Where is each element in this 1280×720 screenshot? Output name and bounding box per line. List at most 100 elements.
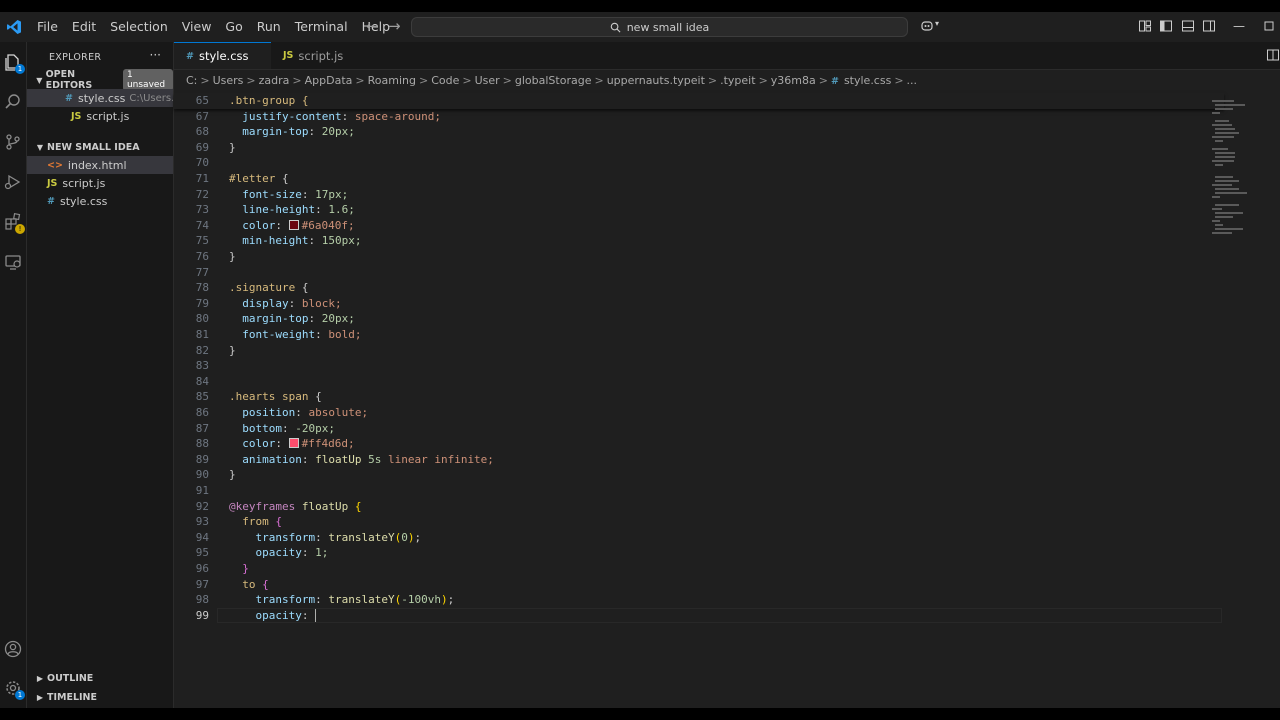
run-debug-icon[interactable] — [3, 172, 23, 192]
timeline-header[interactable]: ▶ TIMELINE — [27, 688, 173, 706]
minimap-line — [1212, 112, 1220, 114]
breadcrumb-item[interactable]: Code — [431, 74, 459, 87]
minimap-line — [1215, 164, 1223, 166]
css-file-icon: # — [186, 50, 194, 62]
colon: : — [301, 546, 316, 560]
colon: : — [301, 452, 316, 466]
breadcrumb-item[interactable]: globalStorage — [515, 74, 592, 87]
toggle-primary-sidebar-icon[interactable] — [1159, 19, 1173, 33]
toggle-panel-icon[interactable] — [1181, 19, 1195, 33]
manage-gear-icon[interactable]: 1 — [3, 678, 25, 700]
customize-layout-icon[interactable] — [1138, 19, 1152, 33]
split-editor-icon[interactable] — [1266, 48, 1280, 62]
breadcrumb-item[interactable]: .typeit — [720, 74, 755, 87]
sticky-scroll-header[interactable]: 65 .btn-group { — [174, 93, 1224, 109]
breadcrumb-item[interactable]: Users — [213, 74, 244, 87]
line-number: 82 — [195, 343, 209, 357]
breadcrumb-item[interactable]: zadra — [259, 74, 290, 87]
css-property: font-size — [242, 187, 302, 201]
open-editors-header[interactable]: ▼ OPEN EDITORS 1 unsaved — [27, 69, 173, 91]
command-center-text: new small idea — [626, 20, 710, 34]
folder-header[interactable]: ▼ NEW SMALL IDEA — [27, 138, 173, 156]
line-number: 98 — [195, 593, 209, 607]
breadcrumb-item[interactable]: User — [475, 74, 500, 87]
file-index-html[interactable]: <> index.html — [27, 156, 173, 174]
breadcrumb-item[interactable]: y36m8a — [771, 74, 816, 87]
explorer-icon[interactable]: 1 — [3, 52, 25, 74]
file-style-css[interactable]: # style.css — [27, 192, 173, 210]
line-number: 77 — [195, 265, 209, 279]
maximize-icon[interactable] — [1262, 19, 1276, 33]
line-text: from { — [229, 514, 282, 530]
menu-go[interactable]: Go — [218, 12, 249, 42]
menu-run[interactable]: Run — [250, 12, 288, 42]
css-property: justify-content — [242, 109, 342, 123]
color-swatch[interactable] — [288, 438, 299, 449]
chevron-right-icon: ▶ — [36, 673, 44, 683]
line-number: 96 — [195, 562, 209, 575]
breadcrumb-item[interactable]: Roaming — [368, 74, 416, 87]
back-arrow-icon[interactable]: ← — [366, 17, 379, 35]
breadcrumb-separator: > — [758, 74, 768, 87]
line-number: 67 — [195, 109, 209, 123]
css-number: 150px; — [321, 234, 362, 248]
line-number: 79 — [195, 296, 209, 310]
settings-badge: 1 — [15, 690, 25, 700]
line-number: 73 — [195, 203, 209, 217]
command-center-search[interactable]: new small idea — [411, 17, 908, 37]
accounts-icon[interactable] — [3, 639, 23, 659]
css-number: -100vh — [401, 593, 441, 607]
brace: } — [242, 562, 249, 575]
menu-terminal[interactable]: Terminal — [288, 12, 355, 42]
line-number: 88 — [195, 437, 209, 451]
colon: : — [288, 296, 302, 310]
line-number: 76 — [195, 250, 209, 263]
file-script-js[interactable]: JS script.js — [27, 174, 173, 192]
minimap-line — [1215, 212, 1243, 214]
breadcrumb-item[interactable]: uppernauts.typeit — [607, 74, 705, 87]
breadcrumb-item[interactable]: style.css — [844, 74, 891, 87]
css-number: 20px; — [321, 312, 355, 326]
warning-icon: ! — [15, 224, 25, 234]
extensions-icon[interactable]: ! — [3, 212, 25, 234]
open-editor-script-js[interactable]: JS script.js — [27, 107, 173, 125]
breadcrumb-separator: > — [894, 74, 904, 87]
source-control-icon[interactable] — [3, 132, 23, 152]
search-view-icon[interactable] — [3, 92, 23, 112]
menu-selection[interactable]: Selection — [103, 12, 175, 42]
open-editor-style-css[interactable]: # style.css C:\Users... — [27, 89, 173, 107]
line-text: transform: translateY(0); — [229, 530, 422, 546]
colon: : — [275, 218, 289, 232]
outline-header[interactable]: ▶ OUTLINE — [27, 669, 173, 687]
menu-edit[interactable]: Edit — [65, 12, 103, 42]
line-number: 94 — [195, 530, 209, 544]
line-text: animation: floatUp 5s linear infinite; — [229, 452, 494, 468]
minimap[interactable] — [1212, 100, 1256, 240]
breadcrumb-item[interactable]: AppData — [305, 74, 353, 87]
remote-explorer-icon[interactable] — [3, 252, 23, 272]
breadcrumb-item[interactable]: C: — [186, 74, 197, 87]
colon: : — [301, 608, 316, 622]
chevron-down-icon[interactable]: ▾ — [935, 19, 949, 33]
menu-file[interactable]: File — [30, 12, 65, 42]
tab-script-js[interactable]: JS script.js — [271, 42, 363, 69]
minimap-line — [1212, 160, 1234, 162]
copilot-icon[interactable] — [920, 19, 934, 33]
toggle-secondary-sidebar-icon[interactable] — [1202, 19, 1216, 33]
minimize-icon[interactable]: — — [1233, 19, 1247, 33]
forward-arrow-icon[interactable]: → — [388, 17, 401, 35]
tab-style-css[interactable]: # style.css — [174, 42, 271, 69]
breadcrumb-separator: > — [418, 74, 429, 87]
semicolon: ; — [414, 530, 422, 544]
minimap-line — [1215, 108, 1233, 110]
css-number: 20px; — [321, 125, 355, 139]
brace: { — [275, 172, 289, 185]
line-number: 65 — [195, 94, 209, 107]
menu-view[interactable]: View — [175, 12, 219, 42]
color-swatch[interactable] — [288, 219, 299, 230]
breadcrumb-item[interactable]: ... — [907, 74, 918, 87]
more-actions-icon[interactable]: ··· — [150, 48, 161, 62]
css-selector: .hearts span — [229, 390, 309, 404]
